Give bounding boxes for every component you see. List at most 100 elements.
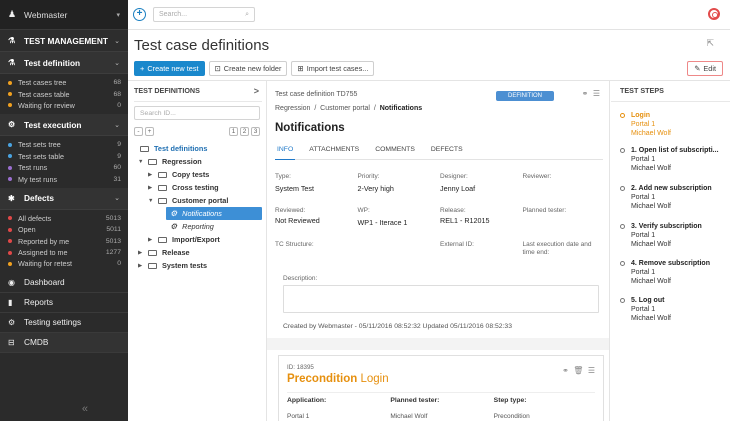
- precondition-actions: ⚭ 🗑 ☰: [562, 366, 595, 375]
- tree-node-release[interactable]: ▶ Release: [134, 246, 262, 259]
- chevron-down-icon: ⌄: [114, 121, 120, 129]
- sidebar-item-waiting-for-review[interactable]: Waiting for review 0: [0, 100, 128, 111]
- status-dot: [8, 216, 12, 221]
- folder-icon: [148, 249, 157, 256]
- status-dot: [8, 165, 12, 170]
- circle-icon: [620, 224, 625, 229]
- tree-node-regression[interactable]: ▼ Regression: [134, 155, 262, 168]
- precondition-id: ID: 18395: [287, 364, 314, 371]
- link-icon[interactable]: ⚭: [582, 89, 589, 98]
- description-field[interactable]: [283, 285, 599, 313]
- tree-node-customer-portal[interactable]: ▼ Customer portal: [134, 194, 262, 207]
- sidebar-item-all-defects[interactable]: All defects 5013: [0, 213, 128, 224]
- section-test-execution[interactable]: ⚙ Test execution ⌄: [0, 114, 128, 137]
- chevron-right-icon[interactable]: >: [254, 86, 259, 96]
- menu-icon[interactable]: ☰: [588, 366, 595, 375]
- tab-attachments[interactable]: ATTACHMENTS: [307, 146, 361, 160]
- help-lifebuoy-icon[interactable]: [708, 8, 720, 20]
- circle-icon: [620, 113, 625, 118]
- create-new-folder-button[interactable]: ⊡ Create new folder: [208, 61, 288, 76]
- level-3-button[interactable]: 3: [251, 126, 260, 136]
- create-new-test-button[interactable]: + Create new test: [134, 61, 205, 76]
- collapse-sidebar-icon[interactable]: «: [82, 403, 88, 415]
- level-2-button[interactable]: 2: [240, 126, 249, 136]
- step-item[interactable]: 3. Verify subscription Portal 1 Michael …: [620, 222, 730, 250]
- sidebar-item-test-sets-table[interactable]: Test sets table 9: [0, 151, 128, 162]
- folder-icon: [140, 145, 149, 152]
- sidebar-item-test-runs[interactable]: Test runs 60: [0, 162, 128, 173]
- sidebar-item-test-cases-table[interactable]: Test cases table 68: [0, 88, 128, 99]
- sidebar-item-open[interactable]: Open 5011: [0, 224, 128, 235]
- flask-icon: ⚗: [8, 36, 16, 45]
- breadcrumb-regression[interactable]: Regression: [275, 105, 310, 112]
- tree-node-import-export[interactable]: ▶ Import/Export: [134, 233, 262, 246]
- tree-nodes: Test definitions ▼ Regression ▶ Copy tests…: [134, 142, 262, 272]
- status-dot: [8, 103, 12, 108]
- precondition-values: Portal 1 Michael Wolf Precondition: [287, 413, 530, 420]
- detail-actions: ⚭ ☰: [582, 89, 600, 98]
- caret-down-icon: ▼: [138, 158, 144, 165]
- section-test-management[interactable]: ⚗ TEST MANAGEMENT ⌄: [0, 30, 128, 52]
- tree-node-notifications[interactable]: ⚙ Notifications: [166, 207, 262, 220]
- user-menu[interactable]: ♟ Webmaster ▾: [0, 0, 128, 30]
- test-execution-list: Test sets tree 9 Test sets table 9 Test ru…: [0, 136, 128, 188]
- sidebar-item-test-sets-tree[interactable]: Test sets tree 9: [0, 139, 128, 150]
- status-dot: [8, 250, 12, 255]
- sidebar-item-dashboard[interactable]: ◉ Dashboard: [0, 273, 128, 293]
- trash-icon[interactable]: 🗑: [573, 366, 583, 375]
- search-input[interactable]: Search... ⌕: [153, 7, 255, 22]
- folder-plus-icon: ⊡: [214, 64, 221, 73]
- sidebar-item-waiting-for-retest[interactable]: Waiting for retest 0: [0, 258, 128, 269]
- edit-button[interactable]: ✎ Edit: [687, 61, 723, 76]
- status-badge: DEFINITION: [496, 91, 554, 101]
- tree-panel: TEST DEFINITIONS > Search ID... - + 1 2 …: [134, 80, 262, 421]
- status-dot: [8, 92, 12, 97]
- breadcrumb-customer-portal[interactable]: Customer portal: [320, 105, 370, 112]
- section-defects[interactable]: ✱ Defects ⌄: [0, 187, 128, 210]
- sidebar-item-reports[interactable]: ▮ Reports: [0, 293, 128, 313]
- level-1-button[interactable]: 1: [229, 126, 238, 136]
- precondition-card: ID: 18395 Precondition Login ⚭ 🗑 ☰ Appli…: [278, 355, 604, 421]
- created-updated-info: Created by Webmaster - 05/11/2016 08:52:…: [283, 323, 512, 330]
- sidebar-item-cmdb[interactable]: ⊟ CMDB: [0, 332, 128, 353]
- tree-node-cross-testing[interactable]: ▶ Cross testing: [134, 181, 262, 194]
- tree-node-reporting[interactable]: ⚙ Reporting: [134, 220, 262, 233]
- expand-all-button[interactable]: +: [145, 126, 154, 136]
- tab-defects[interactable]: DEFECTS: [429, 146, 465, 160]
- chevron-down-icon: ⌄: [114, 59, 120, 67]
- section-test-definition[interactable]: ⚗ Test definition ⌄: [0, 52, 128, 74]
- gear-icon: ⚙: [8, 317, 16, 327]
- import-test-cases-button[interactable]: ⊞ Import test cases...: [291, 61, 375, 76]
- database-icon: ⊟: [8, 337, 15, 347]
- sidebar-item-my-test-runs[interactable]: My test runs 31: [0, 173, 128, 184]
- circle-icon: [620, 186, 625, 191]
- tree-node-system-tests[interactable]: ▶ System tests: [134, 259, 262, 272]
- sidebar-item-test-cases-tree[interactable]: Test cases tree 68: [0, 77, 128, 88]
- add-icon[interactable]: +: [133, 8, 146, 21]
- menu-icon[interactable]: ☰: [593, 89, 600, 98]
- step-item[interactable]: 2. Add new subscription Portal 1 Michael…: [620, 184, 730, 212]
- tree-node-copy-tests[interactable]: ▶ Copy tests: [134, 168, 262, 181]
- link-icon[interactable]: ⚭: [562, 366, 569, 375]
- circle-icon: [620, 261, 625, 266]
- tree-search-input[interactable]: Search ID...: [134, 106, 260, 120]
- step-item[interactable]: Login Portal 1 Michael Wolf: [620, 111, 730, 139]
- step-item[interactable]: 4. Remove subscription Portal 1 Michael …: [620, 259, 730, 287]
- flask-icon: ⚗: [8, 58, 16, 67]
- collapse-all-button[interactable]: -: [134, 126, 143, 136]
- tree-node-test-definitions[interactable]: Test definitions: [134, 142, 262, 155]
- sidebar-item-testing-settings[interactable]: ⚙ Testing settings: [0, 313, 128, 333]
- chevron-down-icon: ⌄: [114, 195, 120, 203]
- step-item[interactable]: 1. Open list of subscripti... Portal 1 M…: [620, 146, 730, 174]
- tab-comments[interactable]: COMMENTS: [373, 146, 417, 160]
- share-icon[interactable]: ⇱: [706, 38, 714, 49]
- folder-icon: [158, 184, 167, 191]
- plus-icon: +: [140, 64, 145, 73]
- test-case-id: Test case definition TD755: [275, 91, 358, 98]
- sidebar-item-assigned-to-me[interactable]: Assigned to me 1277: [0, 247, 128, 258]
- tab-info[interactable]: INFO: [275, 146, 296, 160]
- sidebar-item-reported-by-me[interactable]: Reported by me 5013: [0, 236, 128, 247]
- step-item[interactable]: 5. Log out Portal 1 Michael Wolf: [620, 296, 730, 324]
- wp-value: WP1 - Iterace 1: [357, 218, 408, 227]
- status-dot: [8, 239, 12, 244]
